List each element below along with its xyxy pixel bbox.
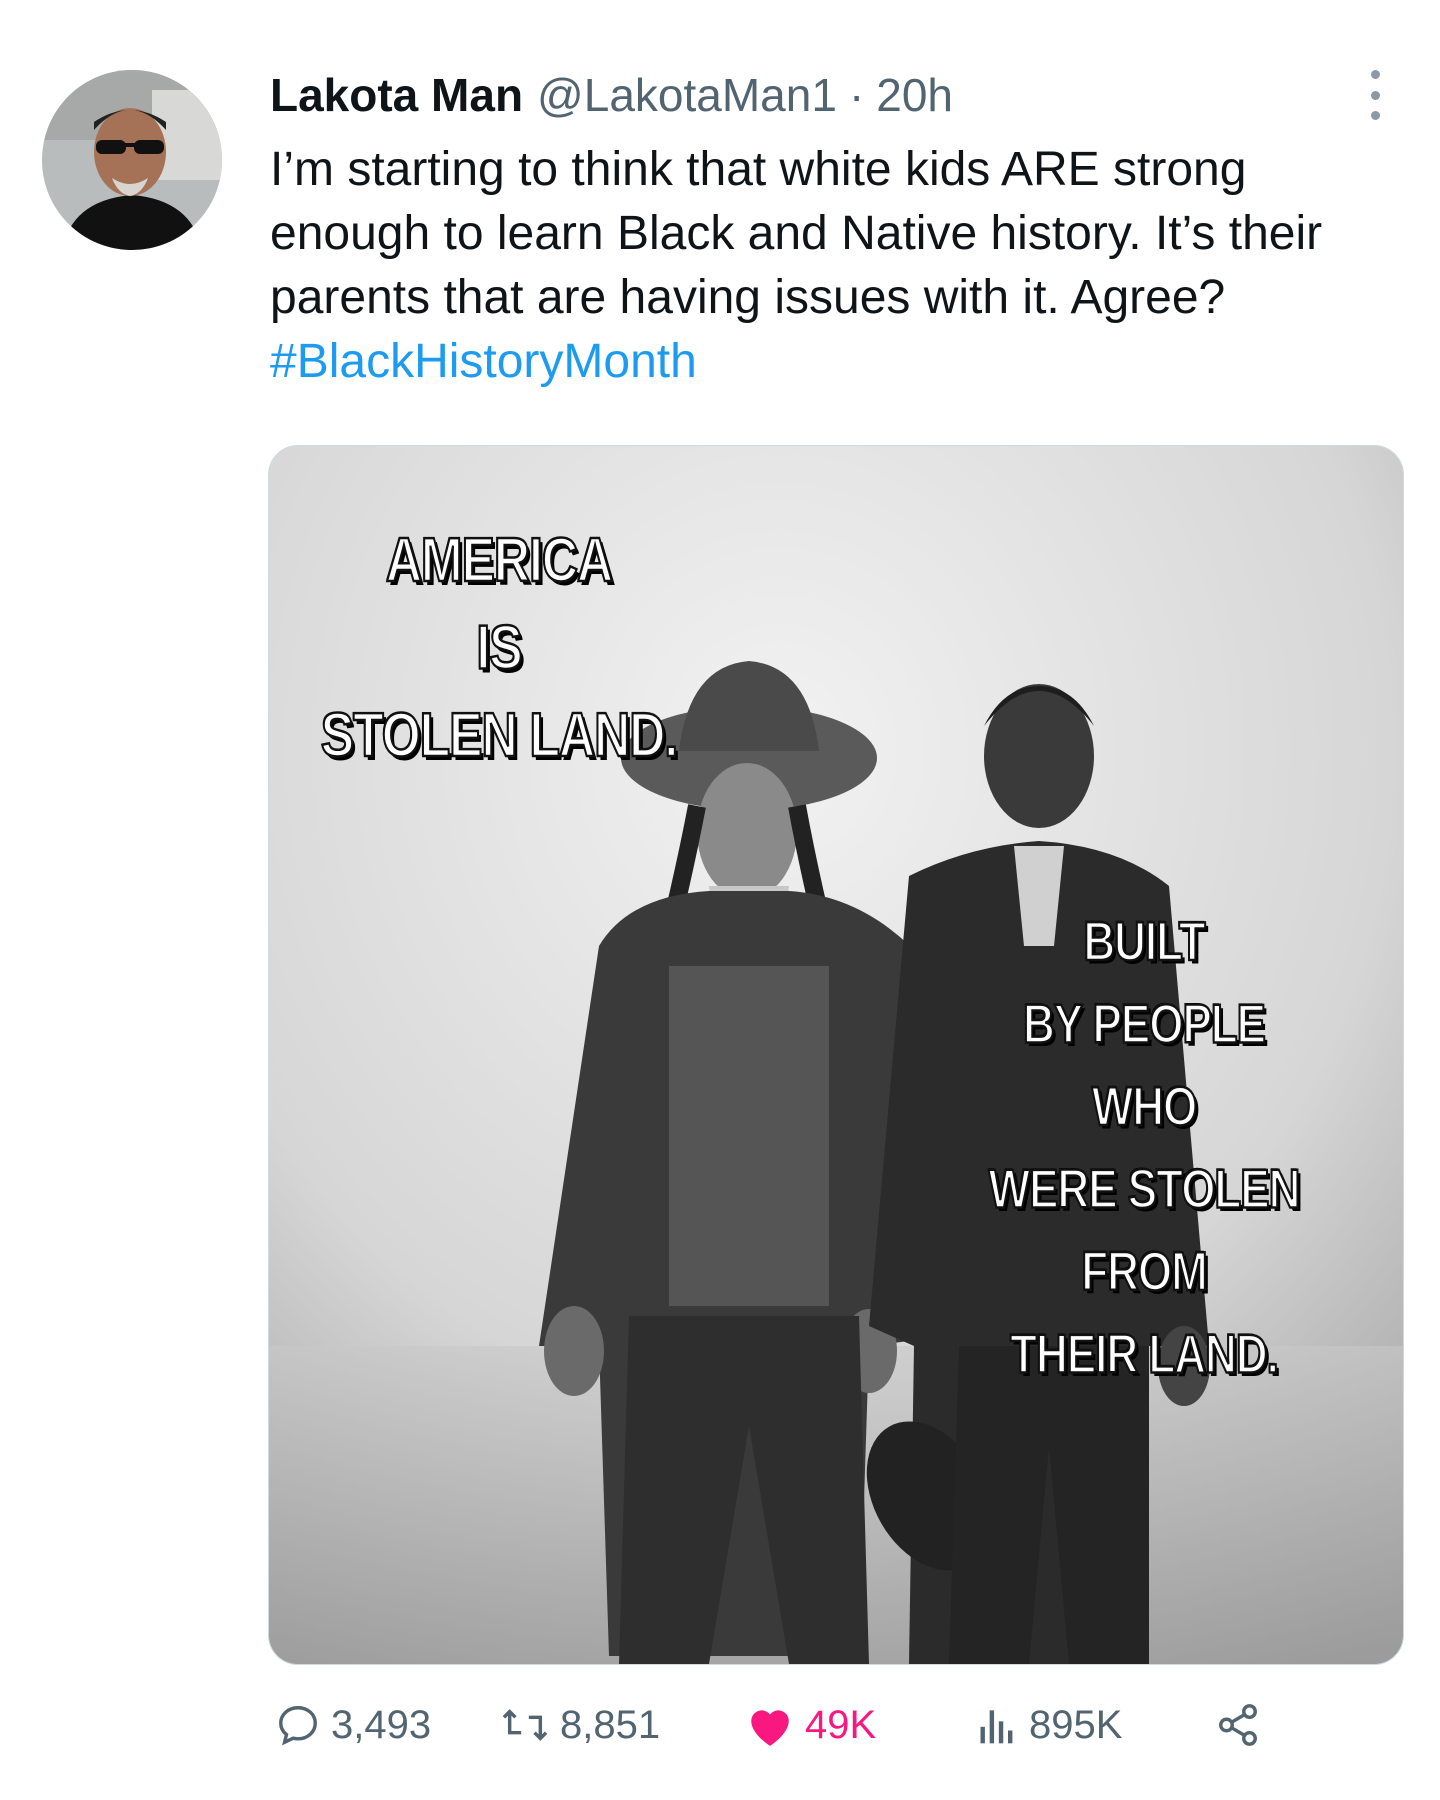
retweet-button[interactable]: 8,851: [500, 1690, 660, 1760]
retweet-count: 8,851: [560, 1702, 661, 1747]
tweet-media-image[interactable]: AMERICA IS STOLEN LAND. BUILT BY PEOPLE …: [268, 445, 1404, 1665]
tweet-body: I’m starting to think that white kids AR…: [270, 143, 1323, 324]
separator-dot: ·: [848, 69, 865, 121]
tweet: Lakota Man @LakotaMan1 · 20h I’m startin…: [0, 0, 1440, 1800]
more-icon[interactable]: [1360, 70, 1390, 120]
like-button[interactable]: 49K: [745, 1690, 876, 1760]
views-icon: [980, 1710, 1013, 1744]
retweet-icon: [502, 1709, 548, 1741]
reply-icon: [279, 1706, 317, 1746]
tweet-header: Lakota Man @LakotaMan1 · 20h: [270, 60, 953, 130]
share-icon: [1219, 1704, 1257, 1746]
tweet-timestamp[interactable]: 20h: [876, 68, 953, 122]
reply-button[interactable]: 3,493: [275, 1690, 431, 1760]
like-count: 49K: [805, 1702, 877, 1747]
author-handle[interactable]: @LakotaMan1: [537, 68, 837, 122]
views-button[interactable]: 895K: [975, 1690, 1122, 1760]
tweet-text: I’m starting to think that white kids AR…: [270, 138, 1400, 394]
tweet-actions: 3,493 8,851 49K 895K: [275, 1690, 1395, 1760]
image-caption-left: AMERICA IS STOLEN LAND.: [320, 524, 680, 772]
views-count: 895K: [1029, 1702, 1123, 1747]
avatar[interactable]: [42, 70, 222, 250]
share-button[interactable]: [1215, 1690, 1271, 1760]
reply-count: 3,493: [331, 1702, 432, 1747]
image-caption-right: BUILT BY PEOPLE WHO WERE STOLEN FROM THE…: [988, 910, 1302, 1386]
author-name[interactable]: Lakota Man: [270, 68, 523, 122]
avatar-image: [42, 70, 222, 250]
hashtag-link[interactable]: #BlackHistoryMonth: [270, 335, 697, 388]
heart-icon: [751, 1710, 789, 1746]
